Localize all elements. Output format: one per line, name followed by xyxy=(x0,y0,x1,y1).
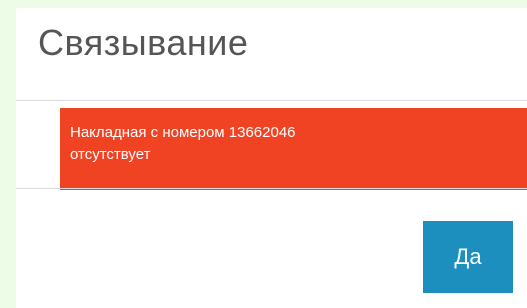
yes-button[interactable]: Да xyxy=(423,221,513,293)
dialog-title: Связывание xyxy=(38,22,249,63)
alert-message-line-2: отсутствует xyxy=(70,146,151,163)
header-divider xyxy=(16,100,527,101)
error-alert: Накладная с номером 13662046 отсутствует xyxy=(60,108,527,190)
footer-divider xyxy=(16,188,527,189)
alert-message-line-1: Накладная с номером 13662046 xyxy=(70,124,296,141)
